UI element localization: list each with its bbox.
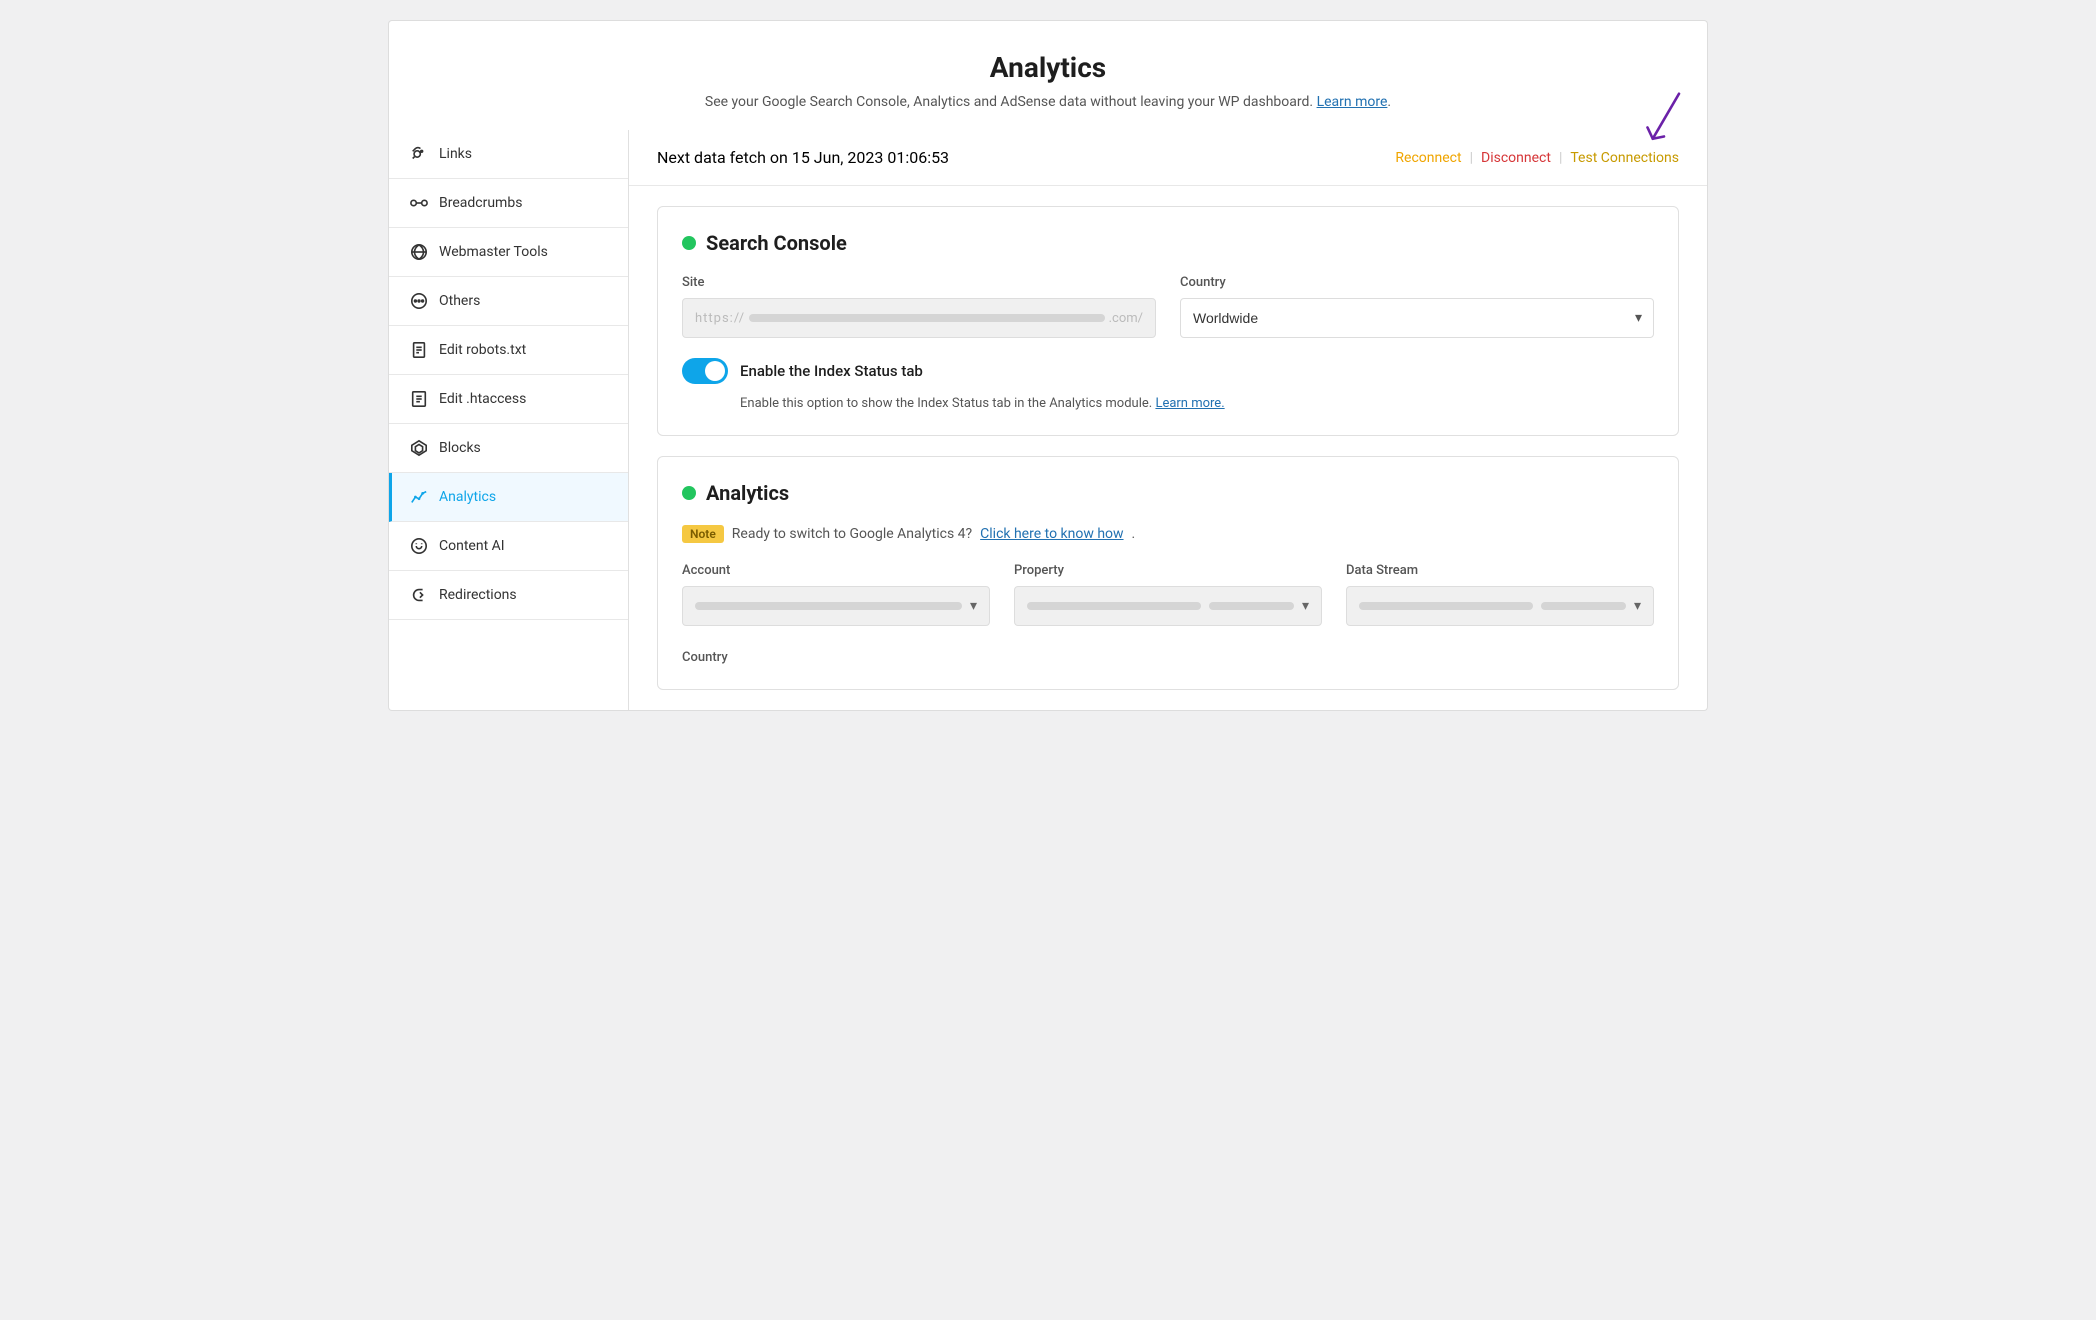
site-field: Site https:// .com/ xyxy=(682,275,1156,338)
note-badge: Note xyxy=(682,525,724,543)
note-banner: Note Ready to switch to Google Analytics… xyxy=(682,525,1654,543)
learn-more-link[interactable]: Learn more xyxy=(1317,94,1388,110)
site-blur-bar xyxy=(749,314,1105,322)
sidebar-item-analytics[interactable]: Analytics xyxy=(389,473,628,522)
sidebar-item-analytics-label: Analytics xyxy=(439,489,496,505)
robots-icon xyxy=(409,340,429,360)
analytics-heading: Analytics xyxy=(706,481,789,505)
analytics-icon xyxy=(409,487,429,507)
data-stream-label: Data Stream xyxy=(1346,563,1654,578)
others-icon xyxy=(409,291,429,311)
sidebar-item-content-ai-label: Content AI xyxy=(439,538,505,554)
blocks-icon xyxy=(409,438,429,458)
content-ai-icon xyxy=(409,536,429,556)
analytics-section: Analytics Note Ready to switch to Google… xyxy=(657,456,1679,690)
sidebar-item-links-label: Links xyxy=(439,146,472,162)
divider-2: | xyxy=(1559,150,1562,166)
test-connections-link[interactable]: Test Connections xyxy=(1570,150,1679,166)
analytics-title-row: Analytics xyxy=(682,481,1654,505)
sidebar-item-edit-robots[interactable]: Edit robots.txt xyxy=(389,326,628,375)
sidebar-item-redirections-label: Redirections xyxy=(439,587,517,603)
toggle-label-row: Enable the Index Status tab xyxy=(682,358,923,384)
main-content: Next data fetch on 15 Jun, 2023 01:06:53… xyxy=(629,130,1707,710)
data-stream-field: Data Stream ▾ xyxy=(1346,563,1654,626)
sidebar-item-others[interactable]: Others xyxy=(389,277,628,326)
search-console-heading: Search Console xyxy=(706,231,847,255)
site-label: Site xyxy=(682,275,1156,290)
divider-1: | xyxy=(1470,150,1473,166)
page-title: Analytics xyxy=(409,51,1687,84)
breadcrumbs-icon xyxy=(409,193,429,213)
search-console-title-row: Search Console xyxy=(682,231,1654,255)
content-header: Next data fetch on 15 Jun, 2023 01:06:53… xyxy=(629,130,1707,186)
sidebar-item-blocks-label: Blocks xyxy=(439,440,481,456)
data-stream-blur-bar-short xyxy=(1541,602,1626,610)
account-blur-bar xyxy=(695,602,962,610)
links-icon xyxy=(409,144,429,164)
sidebar-item-edit-htaccess[interactable]: Edit .htaccess xyxy=(389,375,628,424)
header-actions: Reconnect | Disconnect | Test Connection… xyxy=(1395,150,1679,166)
toggle-description: Enable this option to show the Index Sta… xyxy=(740,396,1225,411)
site-input-blurred[interactable]: https:// .com/ xyxy=(682,298,1156,338)
reconnect-link[interactable]: Reconnect xyxy=(1395,150,1461,166)
property-blur-bar xyxy=(1027,602,1201,610)
country-select-wrapper[interactable]: Worldwide xyxy=(1180,298,1654,338)
sidebar: Links Breadcrumbs xyxy=(389,130,629,710)
country-label: Country xyxy=(1180,275,1654,290)
account-label: Account xyxy=(682,563,990,578)
sidebar-item-breadcrumbs-label: Breadcrumbs xyxy=(439,195,522,211)
arrow-annotation xyxy=(1639,90,1689,150)
account-field: Account ▾ xyxy=(682,563,990,626)
property-field: Property ▾ xyxy=(1014,563,1322,626)
account-select-blurred[interactable]: ▾ xyxy=(682,586,990,626)
analytics-fields-row: Account ▾ Property ▾ xyxy=(682,563,1654,626)
data-stream-chevron-icon: ▾ xyxy=(1634,598,1641,614)
analytics-status-dot xyxy=(682,486,696,500)
sidebar-item-edit-robots-label: Edit robots.txt xyxy=(439,342,526,358)
analytics-country-label: Country xyxy=(682,650,728,665)
property-blur-bar-short xyxy=(1209,602,1294,610)
note-link[interactable]: Click here to know how xyxy=(980,526,1123,542)
redirections-icon xyxy=(409,585,429,605)
search-console-form-row: Site https:// .com/ Country Worldwide xyxy=(682,275,1654,338)
sidebar-item-breadcrumbs[interactable]: Breadcrumbs xyxy=(389,179,628,228)
analytics-country-label-row: Country xyxy=(682,646,1654,665)
property-chevron-icon: ▾ xyxy=(1302,598,1309,614)
sidebar-item-blocks[interactable]: Blocks xyxy=(389,424,628,473)
sidebar-item-links[interactable]: Links xyxy=(389,130,628,179)
sidebar-item-webmaster-tools-label: Webmaster Tools xyxy=(439,244,548,260)
index-status-toggle[interactable] xyxy=(682,358,728,384)
country-field: Country Worldwide xyxy=(1180,275,1654,338)
search-console-status-dot xyxy=(682,236,696,250)
page-subtitle: See your Google Search Console, Analytic… xyxy=(409,94,1687,110)
index-status-toggle-section: Enable the Index Status tab Enable this … xyxy=(682,358,1654,411)
sidebar-item-others-label: Others xyxy=(439,293,480,309)
webmaster-tools-icon xyxy=(409,242,429,262)
country-select[interactable]: Worldwide xyxy=(1180,298,1654,338)
disconnect-link[interactable]: Disconnect xyxy=(1481,150,1551,166)
toggle-label-text: Enable the Index Status tab xyxy=(740,362,923,380)
account-chevron-icon: ▾ xyxy=(970,598,977,614)
sidebar-item-edit-htaccess-label: Edit .htaccess xyxy=(439,391,526,407)
sidebar-item-redirections[interactable]: Redirections xyxy=(389,571,628,620)
sidebar-item-content-ai[interactable]: Content AI xyxy=(389,522,628,571)
page-container: Analytics See your Google Search Console… xyxy=(388,20,1708,711)
note-text: Ready to switch to Google Analytics 4? xyxy=(732,526,972,542)
sidebar-item-webmaster-tools[interactable]: Webmaster Tools xyxy=(389,228,628,277)
main-layout: Links Breadcrumbs xyxy=(388,130,1708,711)
toggle-learn-more-link[interactable]: Learn more. xyxy=(1155,396,1224,411)
search-console-section: Search Console Site https:// .com/ xyxy=(657,206,1679,436)
next-fetch-text: Next data fetch on 15 Jun, 2023 01:06:53 xyxy=(657,148,949,167)
data-stream-blur-bar xyxy=(1359,602,1533,610)
data-stream-select-blurred[interactable]: ▾ xyxy=(1346,586,1654,626)
page-header: Analytics See your Google Search Console… xyxy=(388,20,1708,130)
property-label: Property xyxy=(1014,563,1322,578)
property-select-blurred[interactable]: ▾ xyxy=(1014,586,1322,626)
htaccess-icon xyxy=(409,389,429,409)
